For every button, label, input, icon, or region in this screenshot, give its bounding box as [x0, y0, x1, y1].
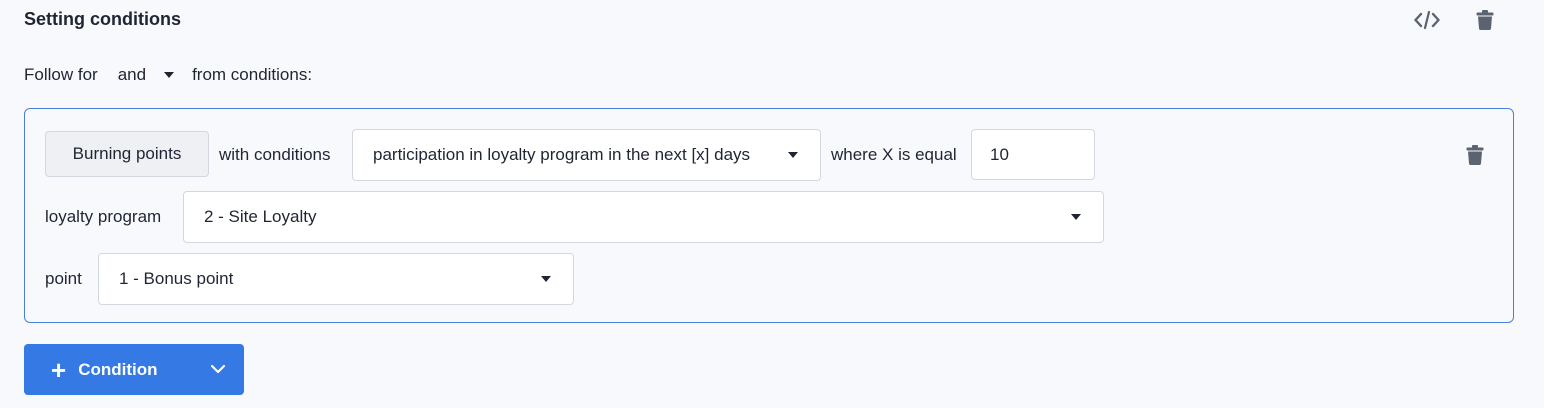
point-select[interactable]: 1 - Bonus point — [98, 253, 574, 305]
loyalty-program-value: 2 - Site Loyalty — [204, 207, 317, 226]
condition-group: Burning points with conditions participa… — [24, 108, 1514, 323]
where-x-label: where X is equal — [831, 145, 957, 164]
code-icon — [1414, 10, 1440, 30]
x-value: 10 — [990, 144, 1009, 164]
caret-down-icon — [1071, 214, 1081, 220]
with-conditions-label: with conditions — [219, 145, 331, 164]
point-value: 1 - Bonus point — [119, 269, 234, 288]
follow-row: Follow for and from conditions: — [24, 64, 312, 86]
caret-down-icon — [788, 152, 798, 158]
condition-type-chip[interactable]: Burning points — [45, 131, 209, 177]
trash-icon — [1466, 145, 1484, 165]
plus-icon: + — [51, 354, 67, 385]
loyalty-program-label: loyalty program — [45, 207, 162, 226]
loyalty-program-select[interactable]: 2 - Site Loyalty — [183, 191, 1104, 243]
point-label: point — [45, 269, 82, 288]
add-condition-button[interactable]: + Condition — [24, 344, 244, 395]
delete-block-button[interactable] — [1471, 6, 1499, 34]
follow-prefix-label: Follow for — [24, 65, 98, 84]
trash-icon — [1476, 10, 1494, 30]
delete-condition-button[interactable] — [1461, 141, 1489, 169]
operator-value: and — [117, 65, 147, 84]
x-value-input[interactable]: 10 — [971, 129, 1095, 180]
page-title: Setting conditions — [24, 9, 181, 29]
operator-select[interactable]: and — [117, 65, 175, 85]
setting-conditions-panel: Setting conditions Follow for and from c… — [0, 0, 1544, 408]
condition-select-value: participation in loyalty program in the … — [373, 145, 751, 164]
condition-select[interactable]: participation in loyalty program in the … — [352, 129, 821, 181]
chevron-down-icon[interactable] — [210, 361, 226, 382]
add-condition-label: Condition — [78, 359, 158, 379]
code-view-button[interactable] — [1413, 6, 1441, 34]
caret-down-icon — [541, 276, 551, 282]
caret-down-icon — [164, 72, 175, 78]
follow-suffix-label: from conditions: — [192, 65, 313, 84]
